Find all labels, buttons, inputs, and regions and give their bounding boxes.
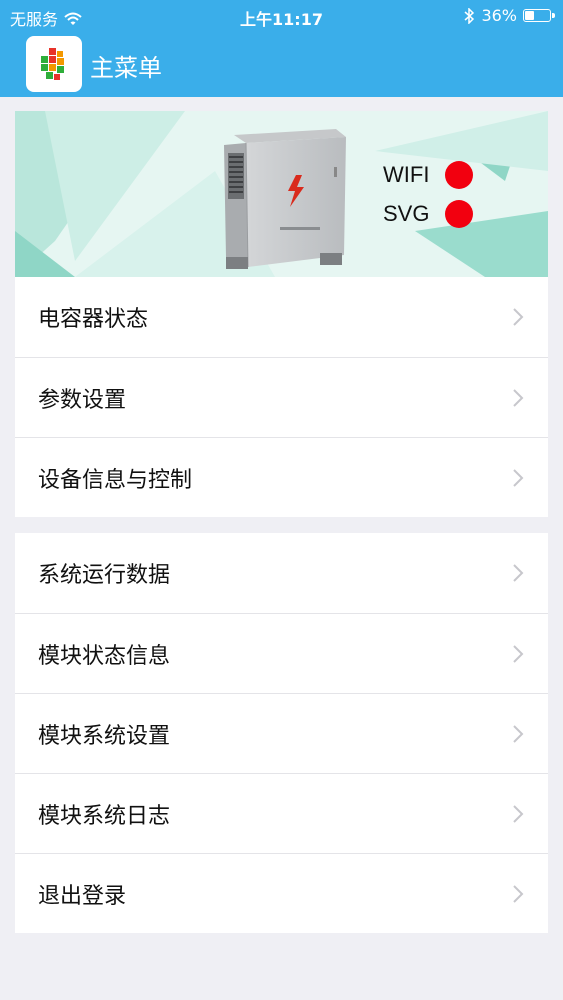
power-cabinet-image	[224, 129, 346, 269]
header-bar: 无服务 上午11:17 36% 主菜单	[0, 0, 563, 97]
menu-item-label: 设备信息与控制	[38, 467, 193, 493]
menu-item-label: 参数设置	[38, 387, 127, 413]
chevron-right-icon	[513, 469, 524, 487]
menu-group-2: 系统运行数据 模块状态信息 模块系统设置 模块系统日志 退出登录	[15, 533, 548, 933]
bluetooth-icon	[463, 6, 475, 25]
chevron-right-icon	[513, 885, 524, 903]
menu-item-system-run-data[interactable]: 系统运行数据	[15, 533, 548, 613]
menu-item-label: 退出登录	[38, 883, 127, 909]
chevron-right-icon	[513, 725, 524, 743]
svg-status-indicator	[445, 200, 473, 228]
svg-status: SVG	[383, 200, 473, 228]
menu-item-logout[interactable]: 退出登录	[15, 853, 548, 933]
page-title: 主菜单	[90, 54, 162, 82]
wifi-status-label: WIFI	[383, 162, 430, 187]
svg-status-label: SVG	[383, 201, 430, 226]
menu-item-capacitor-status[interactable]: 电容器状态	[15, 277, 548, 357]
wifi-status-indicator	[445, 161, 473, 189]
chevron-right-icon	[513, 805, 524, 823]
battery-percent: 36%	[481, 6, 517, 25]
app-logo-icon	[26, 36, 82, 92]
menu-item-module-settings[interactable]: 模块系统设置	[15, 693, 548, 773]
menu-item-module-status[interactable]: 模块状态信息	[15, 613, 548, 693]
menu-group-1: 电容器状态 参数设置 设备信息与控制	[15, 277, 548, 517]
chevron-right-icon	[513, 389, 524, 407]
menu-item-label: 模块状态信息	[38, 643, 171, 669]
battery-icon	[523, 9, 555, 22]
device-status-banner: WIFI SVG	[15, 111, 548, 277]
navigation-bar: 主菜单	[0, 32, 563, 97]
chevron-right-icon	[513, 564, 524, 582]
wifi-status: WIFI	[383, 161, 473, 189]
menu-item-parameter-settings[interactable]: 参数设置	[15, 357, 548, 437]
menu-item-label: 系统运行数据	[38, 563, 171, 588]
menu-item-module-log[interactable]: 模块系统日志	[15, 773, 548, 853]
menu-item-label: 模块系统日志	[38, 803, 171, 829]
menu-item-device-info-control[interactable]: 设备信息与控制	[15, 437, 548, 517]
menu-item-label: 模块系统设置	[38, 723, 171, 749]
chevron-right-icon	[513, 308, 524, 326]
menu-item-label: 电容器状态	[38, 307, 149, 332]
chevron-right-icon	[513, 645, 524, 663]
status-bar: 无服务 上午11:17 36%	[0, 0, 563, 32]
